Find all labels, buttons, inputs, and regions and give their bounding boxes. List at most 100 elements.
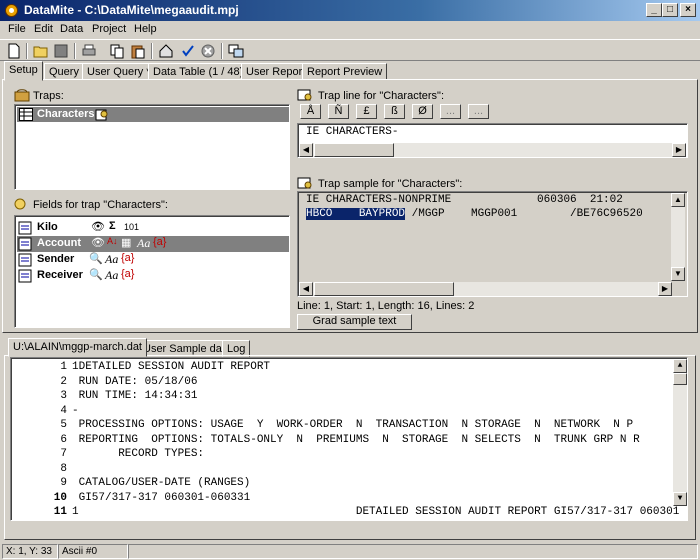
ascii-code: Ascii #0 <box>58 544 128 559</box>
scroll-thumb[interactable] <box>314 282 454 296</box>
trap-line-hscrollbar[interactable]: ◀ ▶ <box>299 143 686 157</box>
stop-icon[interactable] <box>200 43 216 59</box>
list-item[interactable]: Kilo 👁 Σ 101 <box>17 220 289 236</box>
maximize-button[interactable]: □ <box>662 3 678 17</box>
code-line: 6 REPORTING OPTIONS: TOTALS-ONLY N PREMI… <box>11 434 671 448</box>
menu-edit[interactable]: Edit <box>34 23 53 35</box>
fields-label: Fields for trap "Characters": <box>33 199 168 211</box>
scroll-left-button[interactable]: ◀ <box>299 143 313 157</box>
trap-line-box[interactable]: IE CHARACTERS- ◀ ▶ <box>297 123 688 158</box>
tab-user-report[interactable]: User Report <box>241 63 311 80</box>
toolbar-separator <box>74 43 76 59</box>
char-button[interactable]: Ñ <box>328 104 349 119</box>
menu-file[interactable]: File <box>8 23 26 35</box>
app-window: DataMite - C:\DataMite\megaaudit.mpj _ □… <box>0 0 700 560</box>
code-line: 8 <box>11 463 671 477</box>
menu-help[interactable]: Help <box>134 23 157 35</box>
char-button[interactable]: ... <box>440 104 461 119</box>
line-number: 7 <box>60 448 67 460</box>
list-item[interactable]: Characters <box>17 107 289 122</box>
paste-icon[interactable] <box>130 43 146 59</box>
sample-hscrollbar[interactable]: ◀ ▶ <box>299 282 672 296</box>
trap-sample-box[interactable]: IE CHARACTERS-NONPRIME 060306 21:02 HBCO… <box>297 191 688 297</box>
list-item[interactable]: Receiver 🔍 Aa {a} <box>17 268 289 284</box>
trap-sample-label: Trap sample for "Characters": <box>318 178 463 190</box>
field-name: Account <box>37 237 81 249</box>
title-bar: DataMite - C:\DataMite\megaaudit.mpj _ □… <box>0 0 700 21</box>
code-line: 4- <box>11 405 671 419</box>
home-icon[interactable] <box>158 43 174 59</box>
scroll-thumb[interactable] <box>314 143 394 157</box>
sample-line-1: IE CHARACTERS-NONPRIME 060306 21:02 <box>306 194 623 206</box>
line-number: 10 <box>53 491 67 504</box>
eye-icon: 👁 <box>91 237 105 249</box>
tab-query[interactable]: Query <box>44 63 84 80</box>
char-button[interactable]: ... <box>468 104 489 119</box>
save-icon[interactable] <box>53 43 69 59</box>
code-line: 7 RECORD TYPES: <box>11 448 671 462</box>
scroll-up-button[interactable]: ▲ <box>671 193 685 207</box>
line-text: PROCESSING OPTIONS: USAGE Y WORK-ORDER N… <box>72 419 634 431</box>
tab-report-preview[interactable]: Report Preview <box>302 63 388 80</box>
traps-list: Characters <box>14 104 290 190</box>
minimize-button[interactable]: _ <box>646 3 662 17</box>
list-item[interactable]: Account 👁 A↓ ▦ Aa {a} <box>17 236 289 252</box>
line-number: 4 <box>60 404 67 417</box>
copy-icon[interactable] <box>109 43 125 59</box>
trap-icon <box>14 89 30 102</box>
field-name: Kilo <box>37 221 58 233</box>
data-file-viewer[interactable]: 1 1DETAILED SESSION AUDIT REPORT 2 RUN DAT… <box>10 357 688 521</box>
viewer-vscrollbar[interactable]: ▲ ▼ <box>673 359 687 506</box>
line-text: RUN TIME: 14:34:31 <box>72 390 198 402</box>
tab-data-file[interactable]: U:\ALAIN\mggp-march.dat <box>8 338 147 357</box>
scroll-thumb[interactable] <box>673 373 687 385</box>
scroll-up-button[interactable]: ▲ <box>673 359 687 373</box>
line-text: 1 DETAILED SESSION AUDIT REPORT GI57/317… <box>72 506 680 518</box>
sample-selection: HBCO <box>306 208 333 220</box>
line-number: 8 <box>60 462 67 475</box>
tab-setup[interactable]: Setup <box>4 61 43 81</box>
field-doc-icon <box>18 269 32 283</box>
scroll-right-button[interactable]: ▶ <box>658 282 672 296</box>
trap-settings-icon <box>95 109 108 121</box>
code-line: 1 1DETAILED SESSION AUDIT REPORT <box>11 361 671 375</box>
char-button[interactable]: Ø <box>412 104 433 119</box>
line-text: RECORD TYPES: <box>72 448 205 460</box>
grad-sample-button[interactable]: Grad sample text <box>297 314 412 330</box>
code-line: 3 RUN TIME: 14:34:31 <box>11 390 671 404</box>
menu-data[interactable]: Data <box>60 23 83 35</box>
code-line: 9 CATALOG/USER-DATE (RANGES) <box>11 477 671 491</box>
menu-project[interactable]: Project <box>92 23 126 35</box>
validate-icon[interactable] <box>180 43 196 59</box>
new-file-icon[interactable] <box>6 43 22 59</box>
braces-icon: {a} <box>121 252 135 264</box>
text-format-icon: Aa <box>137 236 151 250</box>
windows-icon[interactable] <box>228 43 244 59</box>
toolbar-separator <box>221 43 223 59</box>
close-button[interactable]: × <box>680 3 696 17</box>
open-folder-icon[interactable] <box>33 43 49 59</box>
field-doc-icon <box>18 237 32 251</box>
print-icon[interactable] <box>81 43 97 59</box>
sample-vscrollbar[interactable]: ▲ ▼ <box>671 193 685 281</box>
line-number: 5 <box>60 419 67 431</box>
table-icon <box>19 108 33 121</box>
scroll-down-button[interactable]: ▼ <box>673 492 687 506</box>
status-bar: X: 1, Y: 33 Ascii #0 <box>0 543 700 560</box>
char-button[interactable]: Å <box>300 104 321 119</box>
list-item[interactable]: Sender 🔍 Aa {a} <box>17 252 289 268</box>
field-doc-icon <box>18 221 32 235</box>
sample-line-2: HBCO BAYPROD /MGGP MGGP001 /BE76C96520 <box>306 208 643 220</box>
trap-line-label: Trap line for "Characters": <box>318 90 445 102</box>
line-number: 2 <box>60 375 67 388</box>
char-button[interactable]: ß <box>384 104 405 119</box>
tab-data-table[interactable]: Data Table (1 / 48) <box>148 63 249 80</box>
scroll-down-button[interactable]: ▼ <box>671 267 685 281</box>
scroll-right-button[interactable]: ▶ <box>672 143 686 157</box>
tab-user-query[interactable]: User Query * <box>82 63 156 80</box>
sample-selection-gap <box>332 208 359 220</box>
scroll-left-button[interactable]: ◀ <box>299 282 313 296</box>
menu-bar: File Edit Data Project Help <box>0 21 700 39</box>
char-button[interactable]: £ <box>356 104 377 119</box>
line-number: 3 <box>60 390 67 402</box>
